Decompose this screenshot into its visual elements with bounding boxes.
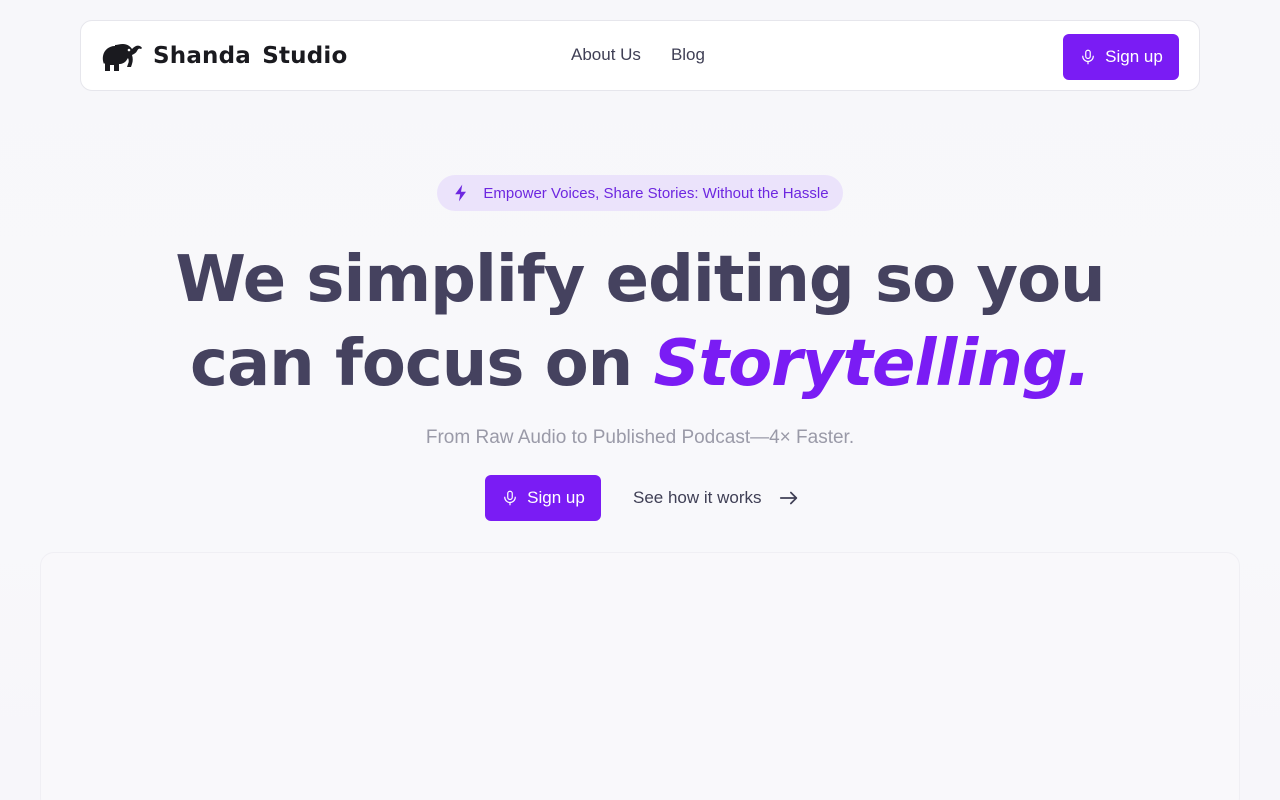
microphone-icon [504,490,517,506]
product-preview-panel [40,552,1240,800]
navbar: Shanda Studio About Us Blog Sign up [80,20,1200,91]
nav-signup-button[interactable]: Sign up [1063,34,1179,80]
nav-signup-label: Sign up [1105,47,1163,66]
nav-link-blog[interactable]: Blog [671,45,705,65]
nav-link-about-us[interactable]: About Us [571,45,641,65]
page: Shanda Studio About Us Blog Sign up Empo… [0,0,1280,800]
elephant-icon [102,44,142,71]
hero-signup-button[interactable]: Sign up [485,475,601,521]
hero-badge: Empower Voices, Share Stories: Without t… [437,175,843,211]
brand-name: Shanda Studio [153,43,348,69]
brand-logo[interactable]: Shanda Studio [101,39,348,73]
see-how-label: See how it works [633,488,762,507]
headline-line-1: We simplify editing so you [175,243,1105,317]
microphone-icon [1082,49,1095,65]
arrow-right-icon [779,491,797,505]
nav-links: About Us Blog [571,45,705,65]
lightning-icon [455,184,467,202]
headline-line-2: can focus on [190,327,654,401]
see-how-it-works-link[interactable]: See how it works [633,484,800,512]
hero-subheadline: From Raw Audio to Published Podcast—4× F… [425,427,855,448]
hero-signup-label: Sign up [527,488,585,507]
badge-text: Empower Voices, Share Stories: Without t… [483,184,829,202]
hero-headline: We simplify editing so you can focus on … [0,238,1280,406]
headline-accent: Storytelling. [653,327,1091,401]
